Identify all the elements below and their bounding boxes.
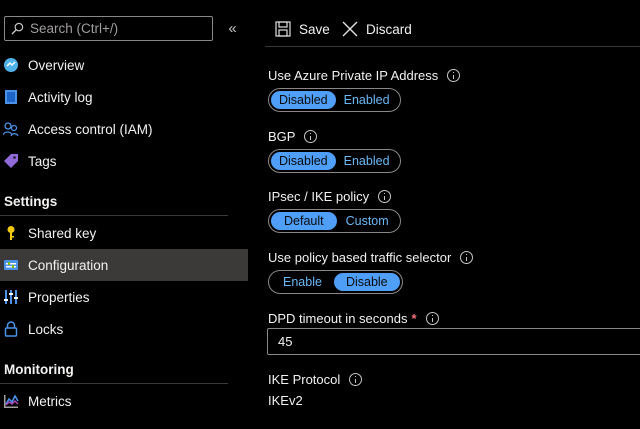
overview-icon bbox=[4, 58, 18, 72]
ipsec-label: IPsec / IKE policy bbox=[268, 189, 392, 204]
sidebar-item-metrics[interactable]: Metrics bbox=[0, 385, 248, 417]
ike-protocol-value: IKEv2 bbox=[268, 393, 303, 408]
sidebar-item-label: Overview bbox=[28, 57, 85, 73]
ipsec-label-text: IPsec / IKE policy bbox=[268, 189, 370, 204]
sidebar-item-overview[interactable]: Overview bbox=[0, 49, 248, 81]
save-icon bbox=[275, 21, 291, 37]
private-ip-label-text: Use Azure Private IP Address bbox=[268, 68, 439, 83]
private-ip-option-disabled[interactable]: Disabled bbox=[271, 91, 336, 109]
sidebar: Search (Ctrl+/) « Overview Activity log … bbox=[0, 0, 248, 429]
search-placeholder: Search (Ctrl+/) bbox=[30, 21, 119, 36]
bgp-option-disabled[interactable]: Disabled bbox=[271, 152, 336, 170]
activity-log-icon bbox=[5, 90, 17, 104]
people-icon bbox=[3, 122, 19, 137]
info-icon[interactable] bbox=[304, 130, 318, 143]
sidebar-item-label: Access control (IAM) bbox=[28, 121, 153, 137]
policy-selector-toggle[interactable]: Enable Disable bbox=[268, 270, 403, 294]
policy-selector-label-text: Use policy based traffic selector bbox=[268, 250, 452, 265]
search-input[interactable]: Search (Ctrl+/) bbox=[4, 16, 213, 41]
configuration-icon bbox=[4, 260, 18, 270]
sidebar-item-properties[interactable]: Properties bbox=[0, 281, 248, 313]
ipsec-option-default[interactable]: Default bbox=[271, 212, 337, 230]
private-ip-toggle[interactable]: Disabled Enabled bbox=[268, 88, 401, 112]
tag-icon bbox=[4, 154, 18, 168]
policy-selector-option-enable[interactable]: Enable bbox=[271, 273, 334, 291]
sidebar-item-shared-key[interactable]: Shared key bbox=[0, 217, 248, 249]
dpd-label: DPD timeout in seconds * bbox=[268, 311, 439, 326]
sidebar-item-label: Properties bbox=[28, 289, 90, 305]
sidebar-item-label: Metrics bbox=[28, 393, 72, 409]
monitoring-section-header: Monitoring bbox=[4, 362, 74, 377]
properties-icon bbox=[4, 290, 18, 304]
discard-label: Discard bbox=[366, 21, 412, 37]
settings-section-header: Settings bbox=[4, 194, 58, 209]
sidebar-item-locks[interactable]: Locks bbox=[0, 313, 248, 345]
sidebar-item-access-control[interactable]: Access control (IAM) bbox=[0, 113, 248, 145]
metrics-icon bbox=[4, 394, 19, 408]
sidebar-item-label: Configuration bbox=[28, 257, 109, 273]
info-icon[interactable] bbox=[425, 312, 439, 325]
section-divider bbox=[0, 215, 228, 216]
sidebar-item-label: Tags bbox=[28, 153, 57, 169]
required-indicator: * bbox=[411, 311, 417, 326]
policy-selector-option-disable[interactable]: Disable bbox=[333, 273, 400, 291]
dpd-timeout-input[interactable]: 45 bbox=[267, 328, 640, 355]
save-button[interactable]: Save bbox=[275, 16, 330, 42]
sidebar-item-label: Shared key bbox=[28, 225, 97, 241]
bgp-label: BGP bbox=[268, 129, 318, 144]
sidebar-item-tags[interactable]: Tags bbox=[0, 145, 248, 177]
dpd-label-text: DPD timeout in seconds bbox=[268, 311, 408, 326]
ipsec-option-custom[interactable]: Custom bbox=[337, 212, 398, 230]
private-ip-label: Use Azure Private IP Address bbox=[268, 68, 461, 83]
ike-protocol-label: IKE Protocol bbox=[268, 372, 363, 387]
bgp-label-text: BGP bbox=[268, 129, 296, 144]
ike-protocol-label-text: IKE Protocol bbox=[268, 372, 341, 387]
key-icon bbox=[7, 226, 15, 240]
info-icon[interactable] bbox=[460, 251, 474, 264]
collapse-sidebar-button[interactable]: « bbox=[225, 19, 239, 37]
sidebar-item-activity-log[interactable]: Activity log bbox=[0, 81, 248, 113]
bgp-toggle[interactable]: Disabled Enabled bbox=[268, 149, 401, 173]
policy-selector-label: Use policy based traffic selector bbox=[268, 250, 474, 265]
search-icon bbox=[11, 22, 24, 35]
private-ip-option-enabled[interactable]: Enabled bbox=[336, 91, 398, 109]
section-divider bbox=[0, 383, 228, 384]
info-icon[interactable] bbox=[349, 373, 363, 386]
info-icon[interactable] bbox=[447, 69, 461, 82]
discard-button[interactable]: Discard bbox=[342, 16, 412, 42]
bgp-option-enabled[interactable]: Enabled bbox=[336, 152, 398, 170]
close-icon bbox=[342, 21, 358, 37]
sidebar-item-configuration[interactable]: Configuration bbox=[0, 249, 248, 281]
toolbar-divider bbox=[265, 46, 640, 47]
sidebar-item-label: Activity log bbox=[28, 89, 93, 105]
sidebar-item-label: Locks bbox=[28, 321, 64, 337]
lock-icon bbox=[4, 321, 18, 337]
info-icon[interactable] bbox=[378, 190, 392, 203]
save-label: Save bbox=[299, 21, 330, 37]
ipsec-toggle[interactable]: Default Custom bbox=[268, 209, 401, 233]
